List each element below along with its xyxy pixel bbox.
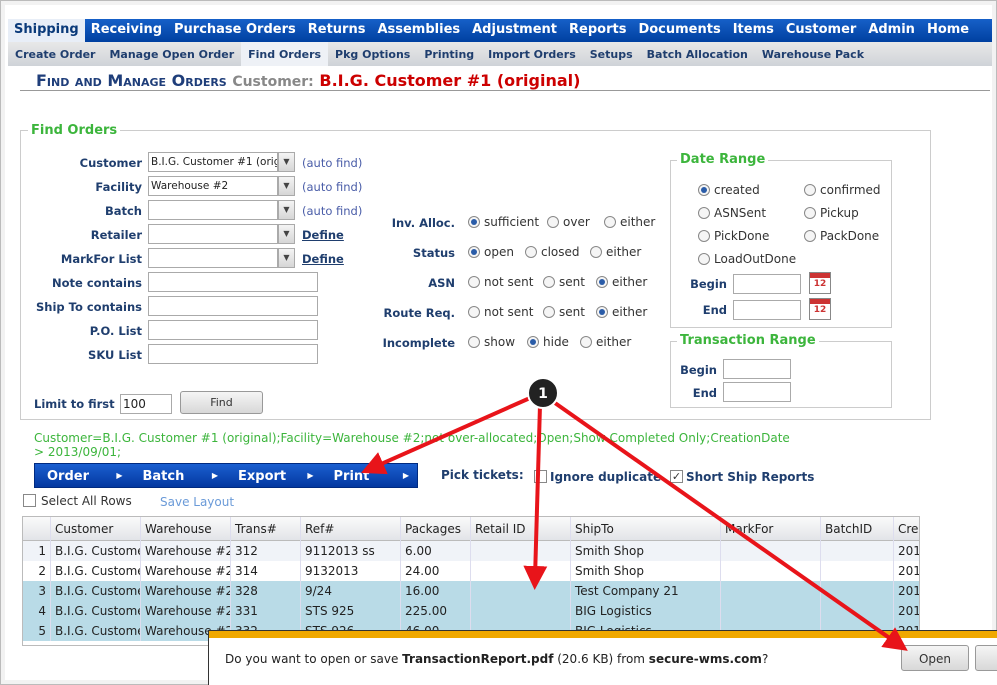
arrow-to-open [553,401,908,651]
annotation-overlay: 1 [361,377,908,651]
arrow-down [523,404,548,590]
arrow-to-print [361,396,531,475]
step-number: 1 [538,386,548,402]
